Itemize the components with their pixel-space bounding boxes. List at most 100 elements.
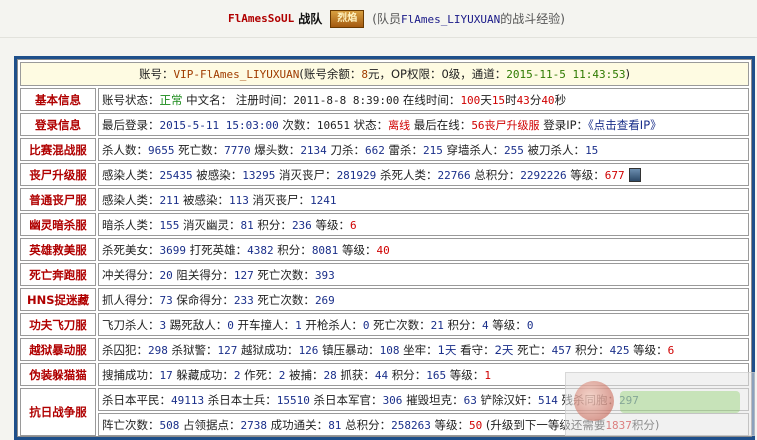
stat-part: 126 <box>298 343 319 357</box>
war-row-2: 阵亡次数：508 占领据点：2738 成功通关：81 总积分：258263 等级… <box>20 413 749 436</box>
stat-part: 作死： <box>240 367 279 382</box>
stat-part: 2292226 <box>520 168 567 182</box>
war-label: 抗日战争服 <box>20 388 96 436</box>
stat-part: 镇压暴动： <box>318 342 380 357</box>
war-part: (升级到下一等级还需要 <box>482 417 606 432</box>
stat-part: 1天 <box>437 342 457 357</box>
stat-part: 刀杀： <box>326 142 365 157</box>
stat-part: 281929 <box>336 168 377 182</box>
stat-row-label: 普通丧尸服 <box>20 188 96 211</box>
stat-part: 0 <box>227 318 234 332</box>
stat-part: 等级： <box>629 342 668 357</box>
stats-panel: 账号：VIP-FlAmes_LIYUXUAN(账号余额：8元，OP权限：0级，通… <box>14 56 755 440</box>
stat-row-label: 比赛混战服 <box>20 138 96 161</box>
stats-table: 账号：VIP-FlAmes_LIYUXUAN(账号余额：8元，OP权限：0级，通… <box>18 60 751 436</box>
war-part: 杀日本士兵： <box>204 392 277 407</box>
stat-row: 基本信息 账号状态：正常 中文名： 注册时间：2011-8-8 8:39:00 在… <box>20 88 749 111</box>
stat-part: 次数： <box>278 117 317 132</box>
stat-part: 0 <box>526 318 534 332</box>
stat-part: 最后登录： <box>102 117 160 132</box>
stat-part: 越狱成功： <box>237 342 299 357</box>
stat-part: 冲关得分： <box>102 267 160 282</box>
channel-label: ，通道： <box>460 67 507 81</box>
stat-part: 10651 <box>316 118 350 132</box>
stat-part: 233 <box>233 293 254 307</box>
stat-part: 抓人得分： <box>102 292 160 307</box>
stat-row-label: 伪装躲猫猫 <box>20 363 96 386</box>
stat-part: 开枪杀人： <box>301 317 363 332</box>
war-part: 81 <box>328 418 342 432</box>
stat-row-label: 登录信息 <box>20 113 96 136</box>
stat-part: 73 <box>159 293 173 307</box>
stat-row-values: 暗杀人类：155 消灭幽灵：81 积分：236 等级：6 <box>98 213 749 236</box>
caption-prefix: (队员 <box>372 12 401 26</box>
stat-part: 穿墙杀人： <box>442 142 505 157</box>
stat-part: 积分： <box>388 367 427 382</box>
war-part: 2738 <box>240 418 268 432</box>
stat-part: 457 <box>551 343 572 357</box>
war-part: 铲除汉奸： <box>476 392 538 407</box>
stat-part: 被捕： <box>285 367 324 382</box>
stat-part: 100 <box>460 93 481 107</box>
stat-row-values: 搜捕成功：17 躲藏成功：2 作死：2 被捕：28 抓获：44 积分：165 等… <box>98 363 749 386</box>
war-part: 杀日本军官： <box>309 392 383 407</box>
op-value: 0级 <box>441 67 461 81</box>
stat-part: 2天 <box>494 342 514 357</box>
stat-row-label: 死亡奔跑服 <box>20 263 96 286</box>
war-part: 积分) <box>631 417 660 432</box>
stat-row: 伪装躲猫猫 搜捕成功：17 躲藏成功：2 作死：2 被捕：28 抓获：44 积分：… <box>20 363 749 386</box>
team-badge-icon: 烈焰 <box>330 9 365 28</box>
stat-row: 越狱暴动服 杀囚犯：298 杀狱警：127 越狱成功：126 镇压暴动：108 坐… <box>20 338 749 361</box>
stat-part: 坐牢： <box>399 342 438 357</box>
account-id: VIP-FlAmes_LIYUXUAN <box>173 68 300 81</box>
stat-part: 被感染： <box>179 192 230 207</box>
stat-row: 死亡奔跑服 冲关得分：20 阻关得分：127 死亡次数：393 <box>20 263 749 286</box>
stat-part: 155 <box>159 218 180 232</box>
stat-part: 暗杀人类： <box>102 217 160 232</box>
stat-part: 269 <box>314 293 335 307</box>
stat-part: 躲藏成功： <box>172 367 234 382</box>
stat-row-label: HNS捉迷藏 <box>20 288 96 311</box>
account-close: ) <box>625 67 631 81</box>
caption-suffix: 的战斗经验) <box>500 12 565 26</box>
stat-part: 被刀杀人： <box>523 142 586 157</box>
war-values-2: 阵亡次数：508 占领据点：2738 成功通关：81 总积分：258263 等级… <box>98 413 749 436</box>
stat-part: 被感染： <box>192 167 243 182</box>
stat-part: 20 <box>159 268 173 282</box>
stat-part: 杀人数： <box>102 142 148 157</box>
account-row: 账号：VIP-FlAmes_LIYUXUAN(账号余额：8元，OP权限：0级，通… <box>20 62 749 86</box>
stat-part: 211 <box>159 193 180 207</box>
stat-part: 4 <box>482 318 489 332</box>
stat-row: 英雄救美服 杀死美女：3699 打死英雄：4382 积分：8081 等级：40 <box>20 238 749 261</box>
page-header: FlAmesSoUL 战队 烈焰 (队员FlAmes_LIYUXUAN的战斗经验… <box>0 0 757 38</box>
stat-part: 开车撞人： <box>233 317 296 332</box>
stat-part: 165 <box>426 368 447 382</box>
war-part: 49113 <box>171 393 205 407</box>
stat-part: 393 <box>314 268 335 282</box>
stat-row: 幽灵暗杀服 暗杀人类：155 消灭幽灵：81 积分：236 等级：6 <box>20 213 749 236</box>
stat-part: 等级： <box>311 217 350 232</box>
stat-row-label: 幽灵暗杀服 <box>20 213 96 236</box>
war-part: 1837 <box>605 418 632 432</box>
stat-part: 236 <box>291 218 312 232</box>
war-part: 258263 <box>391 418 431 432</box>
stat-part: 7770 <box>224 143 251 157</box>
stat-part: 消灭丧尸： <box>248 192 311 207</box>
stat-part: 25435 <box>159 168 193 182</box>
stat-row: 功夫飞刀服 飞刀杀人：3 踢死敌人：0 开车撞人：1 开枪杀人：0 死亡次数：21… <box>20 313 749 336</box>
stat-part: 255 <box>504 143 524 157</box>
stat-part: 13295 <box>242 168 276 182</box>
stat-row-values: 感染人类：211 被感染：113 消灭丧尸：1241 <box>98 188 749 211</box>
stat-part: 踢死敌人： <box>166 317 228 332</box>
stat-part: 积分： <box>443 317 483 332</box>
stat-part: 127 <box>233 268 254 282</box>
stat-part: 飞刀杀人： <box>102 317 160 332</box>
war-values-1: 杀日本平民：49113 杀日本士兵：15510 杀日本军官：306 摧毁坦克：6… <box>98 388 749 411</box>
stat-part: 杀死人类： <box>376 167 438 182</box>
stat-part: 56丧尸升级服 <box>471 118 540 132</box>
stat-part[interactable]: 《点击查看IP》 <box>588 118 662 132</box>
stat-part: 阻关得分： <box>172 267 234 282</box>
stat-part: 21 <box>430 318 444 332</box>
war-part: 占领据点： <box>179 417 241 432</box>
balance-label: (账号余额： <box>299 67 362 81</box>
